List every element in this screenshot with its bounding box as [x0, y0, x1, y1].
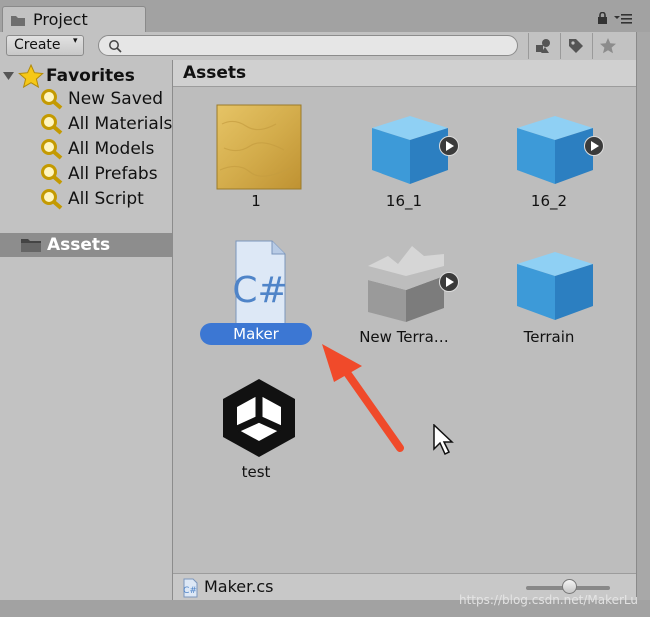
create-button[interactable]: Create ▾ — [6, 35, 84, 56]
selected-file-name: Maker.cs — [204, 577, 274, 596]
play-preview-icon[interactable] — [584, 136, 604, 156]
favorites-toggle-button[interactable] — [592, 33, 623, 59]
favorite-label: All Prefabs — [68, 163, 158, 184]
assets-breadcrumb: Assets — [173, 60, 636, 87]
terrain-icon — [368, 246, 444, 322]
create-button-label: Create — [14, 37, 61, 53]
cube-model-icon — [372, 116, 448, 184]
favorite-item-all-materials[interactable]: All Materials — [40, 111, 172, 136]
magnifier-icon — [41, 188, 63, 210]
asset-item-16_2[interactable]: 16_2 — [486, 104, 612, 224]
tab-bar: Project — [0, 0, 650, 32]
favorite-label: All Script — [68, 188, 144, 209]
icon-size-slider-handle[interactable] — [562, 579, 577, 594]
favorite-item-new-saved[interactable]: New Saved — [40, 86, 172, 111]
magnifier-icon — [41, 138, 63, 160]
material-thumbnail-icon — [216, 104, 302, 190]
asset-item-1[interactable]: 1 — [193, 104, 319, 224]
search-by-label-button[interactable] — [560, 33, 591, 59]
magnifier-icon — [41, 113, 63, 135]
folder-icon — [11, 16, 25, 26]
tab-project[interactable]: Project — [2, 6, 146, 32]
toolbar: Create ▾ — [0, 32, 636, 61]
star-icon — [600, 38, 616, 54]
menu-icon[interactable] — [614, 12, 632, 24]
search-icon — [109, 40, 122, 53]
asset-name: test — [241, 463, 271, 481]
asset-name: 1 — [251, 192, 261, 210]
scrollbar[interactable] — [636, 32, 650, 600]
project-sidebar: Favorites New Saved All Materials All Mo… — [0, 60, 173, 600]
asset-name-selected[interactable]: Maker — [200, 323, 312, 345]
cube-model-icon — [517, 252, 593, 320]
favorites-header[interactable]: Favorites — [2, 64, 135, 88]
folder-icon — [21, 239, 41, 252]
expand-triangle-icon[interactable] — [2, 70, 16, 82]
play-preview-icon[interactable] — [439, 272, 459, 292]
search-by-type-button[interactable] — [528, 33, 559, 59]
magnifier-icon — [41, 163, 63, 185]
favorite-label: All Models — [68, 138, 155, 159]
asset-name: Terrain — [523, 328, 575, 346]
favorite-item-all-prefabs[interactable]: All Prefabs — [40, 161, 172, 186]
favorite-item-all-script[interactable]: All Script — [40, 186, 172, 211]
csharp-script-icon: C# — [232, 240, 288, 325]
favorite-item-all-models[interactable]: All Models — [40, 136, 172, 161]
sidebar-assets-label: Assets — [47, 235, 111, 255]
window-controls — [597, 12, 632, 24]
mouse-cursor-icon — [433, 424, 454, 456]
tag-icon — [569, 39, 583, 53]
sidebar-item-assets[interactable]: Assets — [0, 233, 172, 257]
star-icon — [18, 64, 44, 88]
annotation-arrow-icon — [322, 344, 404, 452]
cube-model-icon — [517, 116, 593, 184]
watermark-text: https://blog.csdn.net/MakerLu — [459, 593, 638, 607]
asset-name: 16_1 — [385, 192, 423, 210]
dropdown-arrow-icon: ▾ — [73, 36, 78, 46]
svg-text:C#: C# — [232, 270, 287, 311]
play-preview-icon[interactable] — [439, 136, 459, 156]
asset-item-terrain[interactable]: Terrain — [486, 240, 612, 360]
asset-name: 16_2 — [530, 192, 568, 210]
magnifier-icon — [41, 88, 63, 110]
asset-item-16_1[interactable]: 16_1 — [341, 104, 467, 224]
shapes-icon — [536, 39, 550, 53]
favorite-label: All Materials — [68, 113, 173, 134]
lock-icon[interactable] — [597, 12, 608, 24]
favorites-label: Favorites — [46, 66, 135, 86]
unity-scene-icon — [223, 379, 295, 457]
svg-text:C#: C# — [183, 586, 197, 596]
favorites-list: New Saved All Materials All Models All P… — [40, 86, 172, 211]
csharp-file-icon: C# — [183, 578, 198, 598]
assets-header-label: Assets — [183, 63, 247, 83]
search-input[interactable] — [98, 35, 518, 56]
tab-title: Project — [33, 10, 88, 29]
favorite-label: New Saved — [68, 88, 164, 109]
